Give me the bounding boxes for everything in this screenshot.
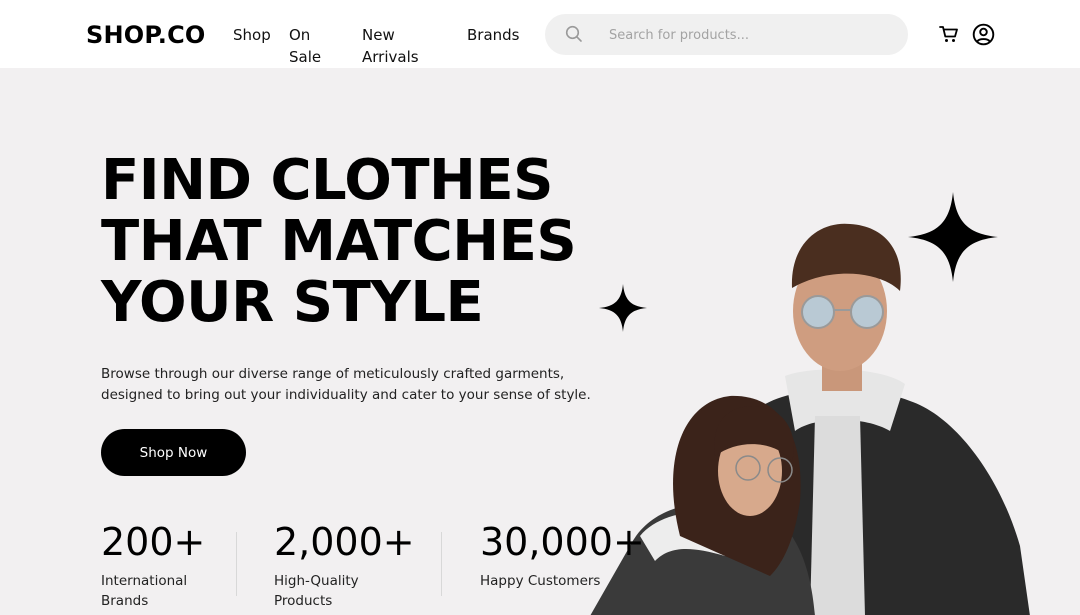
hero-section: FIND CLOTHES THAT MATCHES YOUR STYLE Bro…	[0, 68, 1080, 615]
stat-customers: 30,000+ Happy Customers	[480, 520, 680, 591]
stat-value: 30,000+	[480, 520, 645, 564]
sparkle-icon	[908, 192, 998, 282]
stat-value: 200+	[101, 520, 206, 564]
stat-label: Happy Customers	[480, 573, 601, 589]
nav-item-brands[interactable]: Brands	[467, 24, 520, 46]
nav-item-new-arrivals[interactable]: New Arrivals	[362, 24, 419, 68]
search-input[interactable]	[609, 24, 889, 46]
stat-products: 2,000+ High-Quality Products	[274, 520, 415, 611]
shop-now-button[interactable]: Shop Now	[101, 429, 246, 476]
logo[interactable]: SHOP.CO	[86, 20, 206, 50]
account-icon[interactable]	[972, 23, 995, 46]
nav-item-on-sale[interactable]: On Sale	[289, 24, 321, 68]
stat-label: High-Quality Products	[274, 573, 359, 609]
headline-line: FIND CLOTHES	[101, 148, 553, 213]
stat-value: 2,000+	[274, 520, 415, 564]
hero-description: Browse through our diverse range of meti…	[101, 366, 591, 403]
stat-divider	[236, 532, 237, 596]
stat-brands: 200+ International Brands	[101, 520, 211, 611]
stat-divider	[441, 532, 442, 596]
search-icon	[565, 25, 583, 43]
stat-label: International Brands	[101, 573, 188, 609]
top-header: SHOP.CO Shop On Sale New Arrivals Brands	[0, 0, 1080, 68]
nav-item-shop[interactable]: Shop	[233, 24, 271, 46]
sparkle-icon	[599, 284, 647, 332]
cart-icon[interactable]	[938, 23, 960, 45]
search-bar[interactable]	[545, 14, 908, 55]
